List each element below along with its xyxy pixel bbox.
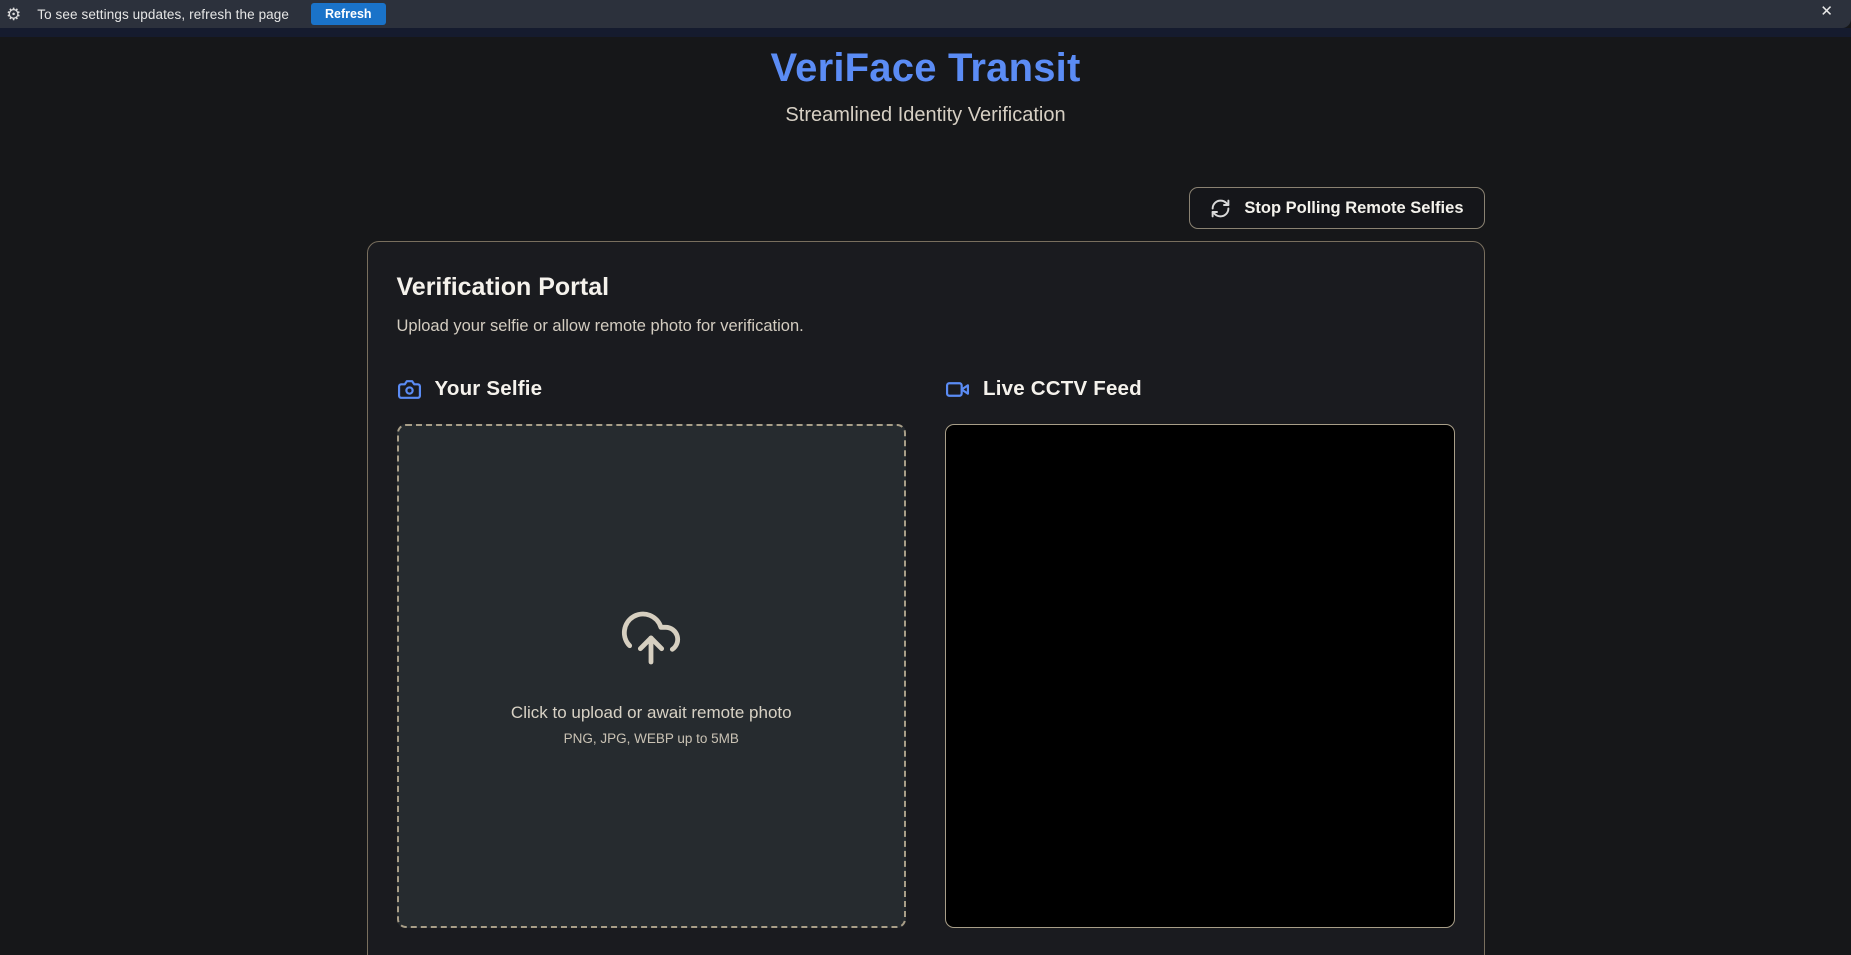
panel-grid: Your Selfie Click to upload or await rem… (397, 376, 1455, 928)
upload-hint: PNG, JPG, WEBP up to 5MB (564, 731, 739, 746)
page-subtitle: Streamlined Identity Verification (0, 103, 1851, 127)
window-top-strip (0, 28, 1851, 37)
cctv-heading: Live CCTV Feed (983, 377, 1142, 401)
app-header: VeriFace Transit Streamlined Identity Ve… (0, 45, 1851, 127)
selfie-upload-dropzone[interactable]: Click to upload or await remote photo PN… (397, 424, 907, 928)
selfie-panel: Your Selfie Click to upload or await rem… (397, 376, 907, 928)
sync-icon (1210, 198, 1231, 219)
selfie-heading: Your Selfie (435, 377, 543, 401)
notification-message: To see settings updates, refresh the pag… (37, 7, 289, 22)
selfie-panel-header: Your Selfie (397, 376, 907, 402)
upload-cloud-icon (619, 606, 683, 675)
content-column: Stop Polling Remote Selfies Verification… (367, 187, 1485, 955)
camera-icon (397, 377, 422, 402)
stop-polling-label: Stop Polling Remote Selfies (1244, 199, 1463, 218)
video-camera-icon (945, 377, 970, 402)
upload-prompt: Click to upload or await remote photo (511, 703, 792, 723)
cctv-video-feed (945, 424, 1455, 928)
toolbar: Stop Polling Remote Selfies (367, 187, 1485, 229)
verification-portal-card: Verification Portal Upload your selfie o… (367, 241, 1485, 955)
portal-title: Verification Portal (397, 272, 1455, 302)
cctv-panel: Live CCTV Feed (945, 376, 1455, 928)
refresh-button[interactable]: Refresh (311, 3, 386, 25)
stop-polling-button[interactable]: Stop Polling Remote Selfies (1189, 187, 1484, 229)
close-icon[interactable]: ✕ (1820, 4, 1833, 19)
gear-icon: ⚙ (6, 6, 21, 23)
settings-notification-bar: ⚙ To see settings updates, refresh the p… (0, 0, 1851, 28)
cctv-panel-header: Live CCTV Feed (945, 376, 1455, 402)
portal-description: Upload your selfie or allow remote photo… (397, 314, 1455, 338)
page-title: VeriFace Transit (0, 45, 1851, 91)
